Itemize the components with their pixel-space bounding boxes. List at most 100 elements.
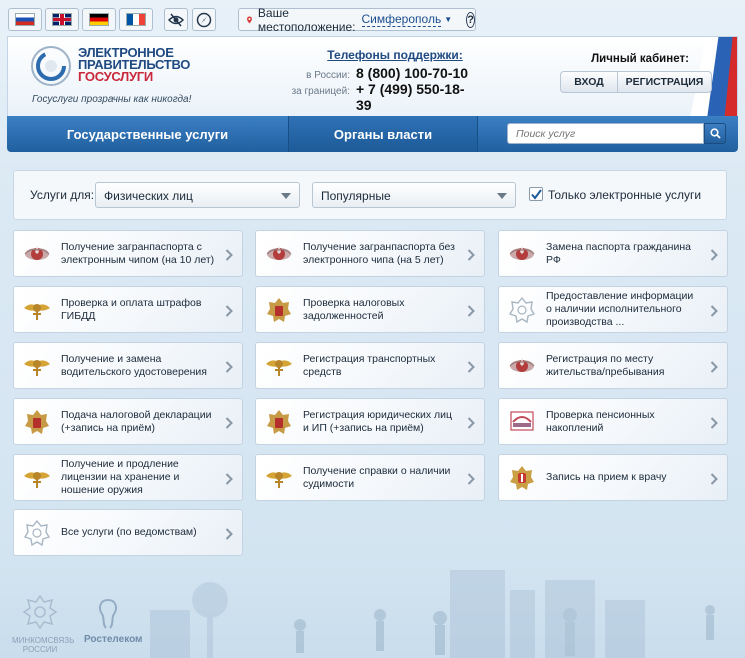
fr-flag-icon — [126, 13, 146, 26]
mvd-emblem-icon — [506, 350, 538, 382]
personal-cabinet: Личный кабинет: ВХОД РЕГИСТРАЦИЯ — [560, 53, 720, 93]
login-button[interactable]: ВХОД — [560, 71, 618, 93]
service-card[interactable]: Получение и продление лицензии на хранен… — [13, 454, 243, 501]
service-label: Регистрация транспортных средств — [303, 352, 436, 378]
search-input[interactable] — [507, 123, 704, 144]
chevron-right-icon — [710, 304, 718, 322]
checkmark-icon — [531, 189, 542, 200]
rostelecom-logo-text: Ростелеком — [84, 634, 143, 645]
logo-emblem-icon — [31, 46, 71, 86]
location-pin-icon — [247, 16, 252, 23]
fns-emblem-icon — [21, 406, 53, 438]
sitemap-button[interactable] — [192, 8, 216, 31]
phone-ru-label: в России: — [306, 70, 350, 81]
search-icon — [709, 128, 721, 139]
top-bar: Ваше местоположение: Симферополь ▼ ? — [0, 0, 745, 36]
service-label: Получение загранпаспорта без электронног… — [303, 240, 455, 266]
help-button[interactable]: ? — [466, 11, 475, 28]
compass-icon — [196, 12, 212, 27]
ru-flag-icon — [15, 13, 35, 26]
gosuslugi-logo[interactable]: ЭЛЕКТРОННОЕ ПРАВИТЕЛЬСТВО ГОСУСЛУГИ — [30, 45, 190, 91]
service-card[interactable]: Регистрация транспортных средств — [255, 342, 485, 389]
services-filter: Услуги для: Физических лиц Популярные То… — [13, 170, 727, 220]
chevron-right-icon — [225, 527, 233, 545]
mvd-emblem-icon — [263, 238, 295, 270]
service-card[interactable]: Подача налоговой декларации (+запись на … — [13, 398, 243, 445]
service-card[interactable]: Проверка налоговых задолженностей — [255, 286, 485, 333]
service-card[interactable]: Получение загранпаспорта с электронным ч… — [13, 230, 243, 277]
rostelecom-logo-icon[interactable] — [96, 598, 120, 630]
pfr-emblem-icon — [506, 406, 538, 438]
low-vision-button[interactable] — [164, 8, 188, 31]
phone-ru: 8 (800) 100-70-10 — [356, 65, 469, 81]
chevron-right-icon — [710, 472, 718, 490]
service-label: Получение загранпаспорта с электронным ч… — [61, 240, 215, 266]
location-city-link[interactable]: Симферополь — [361, 12, 442, 27]
phone-abroad: + 7 (499) 550-18-39 — [355, 81, 465, 113]
fns-emblem-icon — [263, 294, 295, 326]
tab-government-services[interactable]: Государственные услуги — [7, 116, 288, 152]
main-nav: Государственные услуги Органы власти — [7, 116, 738, 152]
lang-ru-button[interactable] — [8, 8, 42, 31]
support-phones: Телефоны поддержки: в России: 8 (800) 10… — [280, 48, 480, 113]
phone-abroad-label: за границей: — [291, 86, 350, 97]
service-card[interactable]: Получение и замена водительского удостов… — [13, 342, 243, 389]
service-label: Запись на прием к врачу — [546, 471, 667, 483]
chevron-right-icon — [467, 304, 475, 322]
service-label: Предоставление информации о наличии испо… — [546, 290, 694, 328]
service-card[interactable]: Проверка пенсионных накоплений — [498, 398, 728, 445]
chevron-right-icon — [225, 248, 233, 266]
city-silhouette-decoration — [150, 570, 715, 658]
service-card[interactable]: Регистрация по месту жительства/пребыван… — [498, 342, 728, 389]
service-card[interactable]: Получение справки о наличии судимости — [255, 454, 485, 501]
location-selector[interactable]: Ваше местоположение: Симферополь ▼ ? — [238, 5, 476, 34]
gibdd-emblem-icon — [21, 350, 53, 382]
service-label: Регистрация юридических лиц и ИП (+запис… — [303, 408, 453, 434]
chevron-right-icon — [225, 304, 233, 322]
phones-title[interactable]: Телефоны поддержки: — [310, 48, 480, 62]
service-card[interactable]: Регистрация юридических лиц и ИП (+запис… — [255, 398, 485, 445]
register-button[interactable]: РЕГИСТРАЦИЯ — [618, 71, 712, 93]
russian-eagle-logo-icon[interactable] — [20, 592, 60, 632]
electronic-only-label[interactable]: Только электронные услуги — [548, 188, 701, 202]
chevron-right-icon — [467, 472, 475, 490]
fssp-emblem-icon — [21, 517, 53, 549]
service-card[interactable]: Предоставление информации о наличии испо… — [498, 286, 728, 333]
mvd-emblem-icon — [21, 238, 53, 270]
service-card[interactable]: Замена паспорта гражданина РФ — [498, 230, 728, 277]
service-label: Замена паспорта гражданина РФ — [546, 240, 691, 266]
location-label: Ваше местоположение: — [257, 5, 356, 34]
ministry-logo-text: МИНКОМСВЯЗЬ РОССИИ — [12, 636, 75, 654]
service-card[interactable]: Получение загранпаспорта без электронног… — [255, 230, 485, 277]
chevron-right-icon — [467, 360, 475, 378]
sort-select[interactable]: Популярные — [312, 182, 516, 208]
gibdd-emblem-icon — [263, 462, 295, 494]
logo-text: ЭЛЕКТРОННОЕ ПРАВИТЕЛЬСТВО ГОСУСЛУГИ — [78, 45, 191, 84]
service-card[interactable]: Проверка и оплата штрафов ГИБДД — [13, 286, 243, 333]
chevron-right-icon — [225, 360, 233, 378]
lang-de-button[interactable] — [82, 8, 116, 31]
gibdd-emblem-icon — [263, 350, 295, 382]
service-label: Проверка и оплата штрафов ГИБДД — [61, 296, 202, 322]
lang-en-button[interactable] — [45, 8, 79, 31]
chevron-down-icon: ▼ — [444, 15, 453, 24]
fns-emblem-icon — [263, 406, 295, 438]
cabinet-title: Личный кабинет: — [591, 53, 689, 65]
fssp-emblem-icon — [506, 294, 538, 326]
service-label: Получение и продление лицензии на хранен… — [61, 458, 180, 496]
mvd-emblem-icon — [506, 238, 538, 270]
gibdd-emblem-icon — [21, 462, 53, 494]
service-card[interactable]: Все услуги (по ведомствам) — [13, 509, 243, 556]
chevron-right-icon — [710, 416, 718, 434]
chevron-right-icon — [467, 248, 475, 266]
tab-authorities[interactable]: Органы власти — [288, 116, 478, 152]
chevron-right-icon — [225, 416, 233, 434]
search-button[interactable] — [704, 123, 726, 144]
service-card[interactable]: Запись на прием к врачу — [498, 454, 728, 501]
service-label: Проверка пенсионных накоплений — [546, 408, 655, 434]
lang-fr-button[interactable] — [119, 8, 153, 31]
audience-select[interactable]: Физических лиц — [95, 182, 300, 208]
gibdd-emblem-icon — [21, 294, 53, 326]
electronic-only-checkbox[interactable] — [529, 187, 543, 201]
minzdrav-emblem-icon — [506, 462, 538, 494]
